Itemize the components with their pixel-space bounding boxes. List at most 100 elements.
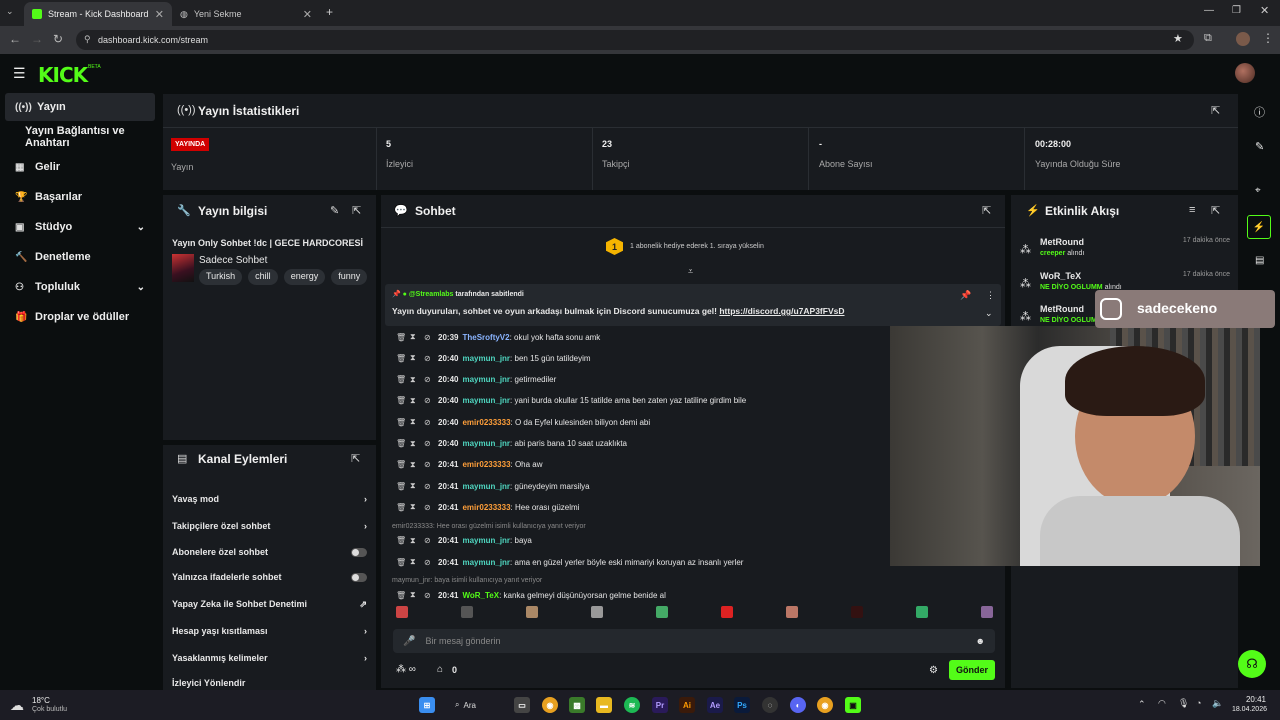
chat-message[interactable]: 🗑 ⧗ ⊘ 20:41 WoR_TeX: kanka gelmeyi düşünüyor… [396, 587, 666, 603]
back-icon[interactable]: ← [9, 32, 21, 46]
support-headset-icon[interactable]: ☊ [1238, 650, 1266, 678]
chrome-icon[interactable]: ◉ [542, 697, 558, 713]
emoji-icon[interactable]: ☻ [976, 636, 985, 646]
microphone-tray-icon[interactable]: 🎙 [1178, 698, 1189, 709]
emote[interactable] [851, 606, 863, 618]
emote[interactable] [396, 606, 408, 618]
sidebar-item-achievements[interactable]: 🏆 Başarılar [5, 183, 155, 211]
account-age-row[interactable]: Hesap yaşı kısıtlaması › [172, 621, 367, 641]
chat-message[interactable]: 🗑 ⧗ ⊘ 20:40 maymun_jnr: yani burda okullar 1… [396, 393, 746, 409]
close-tab-icon[interactable]: ✕ [155, 8, 164, 21]
tab-search-icon[interactable]: ⌄ [6, 6, 14, 17]
popout-icon[interactable]: ⇱ [1211, 104, 1220, 117]
timeout-icon[interactable]: ⧗ [410, 353, 424, 363]
minimize-icon[interactable]: — [1204, 5, 1214, 16]
sidebar-item-stream-key[interactable]: Yayın Bağlantısı ve Anahtarı [5, 123, 155, 151]
sidebar-item-stream[interactable]: ((•)) Yayın [5, 93, 155, 121]
clock-time[interactable]: 20:41 [1232, 695, 1266, 704]
popout-icon[interactable]: ⇱ [352, 204, 361, 217]
clock-date[interactable]: 18.04.2026 [1227, 706, 1267, 713]
timeout-icon[interactable]: ⧗ [410, 439, 424, 449]
scroll-down-icon[interactable]: ⩡ [688, 266, 693, 277]
message-username[interactable]: maymun_jnr [462, 354, 510, 363]
message-username[interactable]: maymun_jnr [462, 482, 510, 491]
tag[interactable]: Turkish [199, 269, 243, 285]
delete-message-icon[interactable]: 🗑 [396, 558, 410, 567]
site-info-icon[interactable]: ⚲ [84, 34, 91, 45]
app-icon[interactable]: ◌ [762, 697, 778, 713]
timeout-icon[interactable]: ⧗ [410, 481, 424, 491]
volume-icon[interactable]: 🔈 [1212, 698, 1223, 709]
close-tab-icon[interactable]: ✕ [303, 8, 312, 21]
info-icon[interactable]: ⓘ [1254, 104, 1265, 120]
message-username[interactable]: emir0233333 [462, 418, 510, 427]
points-icon[interactable]: ⁂ ∞ [396, 664, 416, 675]
send-button[interactable]: Gönder [949, 660, 995, 680]
discord-link[interactable]: https://discord.gg/u7AP3fFVsD [719, 306, 844, 316]
forward-icon[interactable]: → [31, 32, 43, 46]
taskbar-search[interactable]: ⌕ Ara [455, 698, 505, 712]
emotes-only-toggle[interactable] [351, 572, 367, 582]
chat-message[interactable]: 🗑 ⧗ ⊘ 20:40 maymun_jnr: ben 15 gün tatildeyi… [396, 350, 591, 366]
message-username[interactable]: emir0233333 [462, 460, 510, 469]
windows-start-icon[interactable]: ⊞ [419, 697, 435, 713]
close-window-icon[interactable]: ✕ [1260, 4, 1269, 17]
ban-icon[interactable]: ⊘ [424, 536, 438, 545]
timeout-icon[interactable]: ⧗ [410, 536, 424, 546]
edit-icon[interactable]: ✎ [1255, 140, 1264, 153]
bookmark-star-icon[interactable]: ★ [1173, 32, 1183, 45]
emote[interactable] [916, 606, 928, 618]
delete-message-icon[interactable]: 🗑 [396, 333, 410, 342]
ai-moderation-row[interactable]: Yapay Zeka ile Sohbet Denetimi ⇗ [172, 594, 367, 614]
chat-message[interactable]: 🗑 ⧗ ⊘ 20:41 maymun_jnr: ama en güzel yerler … [396, 554, 743, 570]
ban-icon[interactable]: ⊘ [424, 503, 438, 512]
ban-icon[interactable]: ⊘ [424, 396, 438, 405]
chat-settings-gear-icon[interactable]: ⚙ [929, 665, 938, 676]
emote[interactable] [461, 606, 473, 618]
chat-message[interactable]: 🗑 ⧗ ⊘ 20:40 maymun_jnr: getirmediler [396, 372, 556, 388]
sidebar-item-drops[interactable]: 🎁 Droplar ve ödüller [5, 303, 155, 331]
reload-icon[interactable]: ↻ [53, 32, 63, 46]
chat-message[interactable]: 🗑 ⧗ ⊘ 20:39 TheSroftyV2: okul yok hafta sonu… [396, 329, 600, 345]
reply-context[interactable]: maymun_jnr: baya isimli kullanıcıya yanı… [392, 577, 542, 584]
file-explorer-icon[interactable]: ▬ [596, 697, 612, 713]
delete-message-icon[interactable]: 🗑 [396, 591, 410, 600]
user-avatar[interactable] [1235, 63, 1255, 83]
discord-icon[interactable]: ◐ [790, 697, 806, 713]
sidebar-item-moderation[interactable]: 🔨 Denetleme [5, 243, 155, 271]
ban-icon[interactable]: ⊘ [424, 460, 438, 469]
emote[interactable] [981, 606, 993, 618]
kick-logo[interactable]: KICK [38, 63, 88, 87]
minecraft-icon[interactable]: ▩ [569, 697, 585, 713]
ban-icon[interactable]: ⊘ [424, 375, 438, 384]
expand-chevron-icon[interactable]: ⌄ [985, 308, 993, 319]
premiere-icon[interactable]: Pr [652, 697, 668, 713]
ban-icon[interactable]: ⊘ [424, 439, 438, 448]
gift-prompt[interactable]: 1 abonelik hediye ederek 1. sıraya yükse… [630, 243, 764, 250]
ban-icon[interactable]: ⊘ [424, 354, 438, 363]
followers-only-row[interactable]: Takipçilere özel sohbet › [172, 516, 367, 536]
timeout-icon[interactable]: ⧗ [410, 396, 424, 406]
emote[interactable] [721, 606, 733, 618]
delete-message-icon[interactable]: 🗑 [396, 460, 410, 469]
timeout-icon[interactable]: ⧗ [410, 502, 424, 512]
delete-message-icon[interactable]: 🗑 [396, 354, 410, 363]
chat-message[interactable]: 🗑 ⧗ ⊘ 20:41 emir0233333: Hee orası güzelmi [396, 499, 579, 515]
emote[interactable] [656, 606, 668, 618]
tag[interactable]: energy [283, 269, 326, 285]
timeout-icon[interactable]: ⧗ [410, 417, 424, 427]
delete-message-icon[interactable]: 🗑 [396, 439, 410, 448]
notes-icon[interactable]: ▤ [1255, 255, 1264, 266]
chat-message[interactable]: 🗑 ⧗ ⊘ 20:41 maymun_jnr: baya [396, 533, 532, 549]
delete-message-icon[interactable]: 🗑 [396, 375, 410, 384]
chat-message[interactable]: 🗑 ⧗ ⊘ 20:41 emir0233333: Oha aw [396, 457, 543, 473]
extensions-icon[interactable]: ⧉ [1204, 32, 1212, 45]
maximize-icon[interactable]: ❐ [1232, 5, 1241, 16]
category-name[interactable]: Sadece Sohbet [199, 255, 267, 266]
edit-pencil-icon[interactable]: ✎ [330, 204, 339, 217]
delete-message-icon[interactable]: 🗑 [396, 396, 410, 405]
tab-new-tab[interactable]: ◍ Yeni Sekme ✕ [172, 2, 320, 26]
ban-icon[interactable]: ⊘ [424, 333, 438, 342]
chat-input[interactable]: 🎤 Bir mesaj gönderin ☻ [393, 629, 995, 653]
filter-icon[interactable]: ≡ [1189, 204, 1195, 216]
